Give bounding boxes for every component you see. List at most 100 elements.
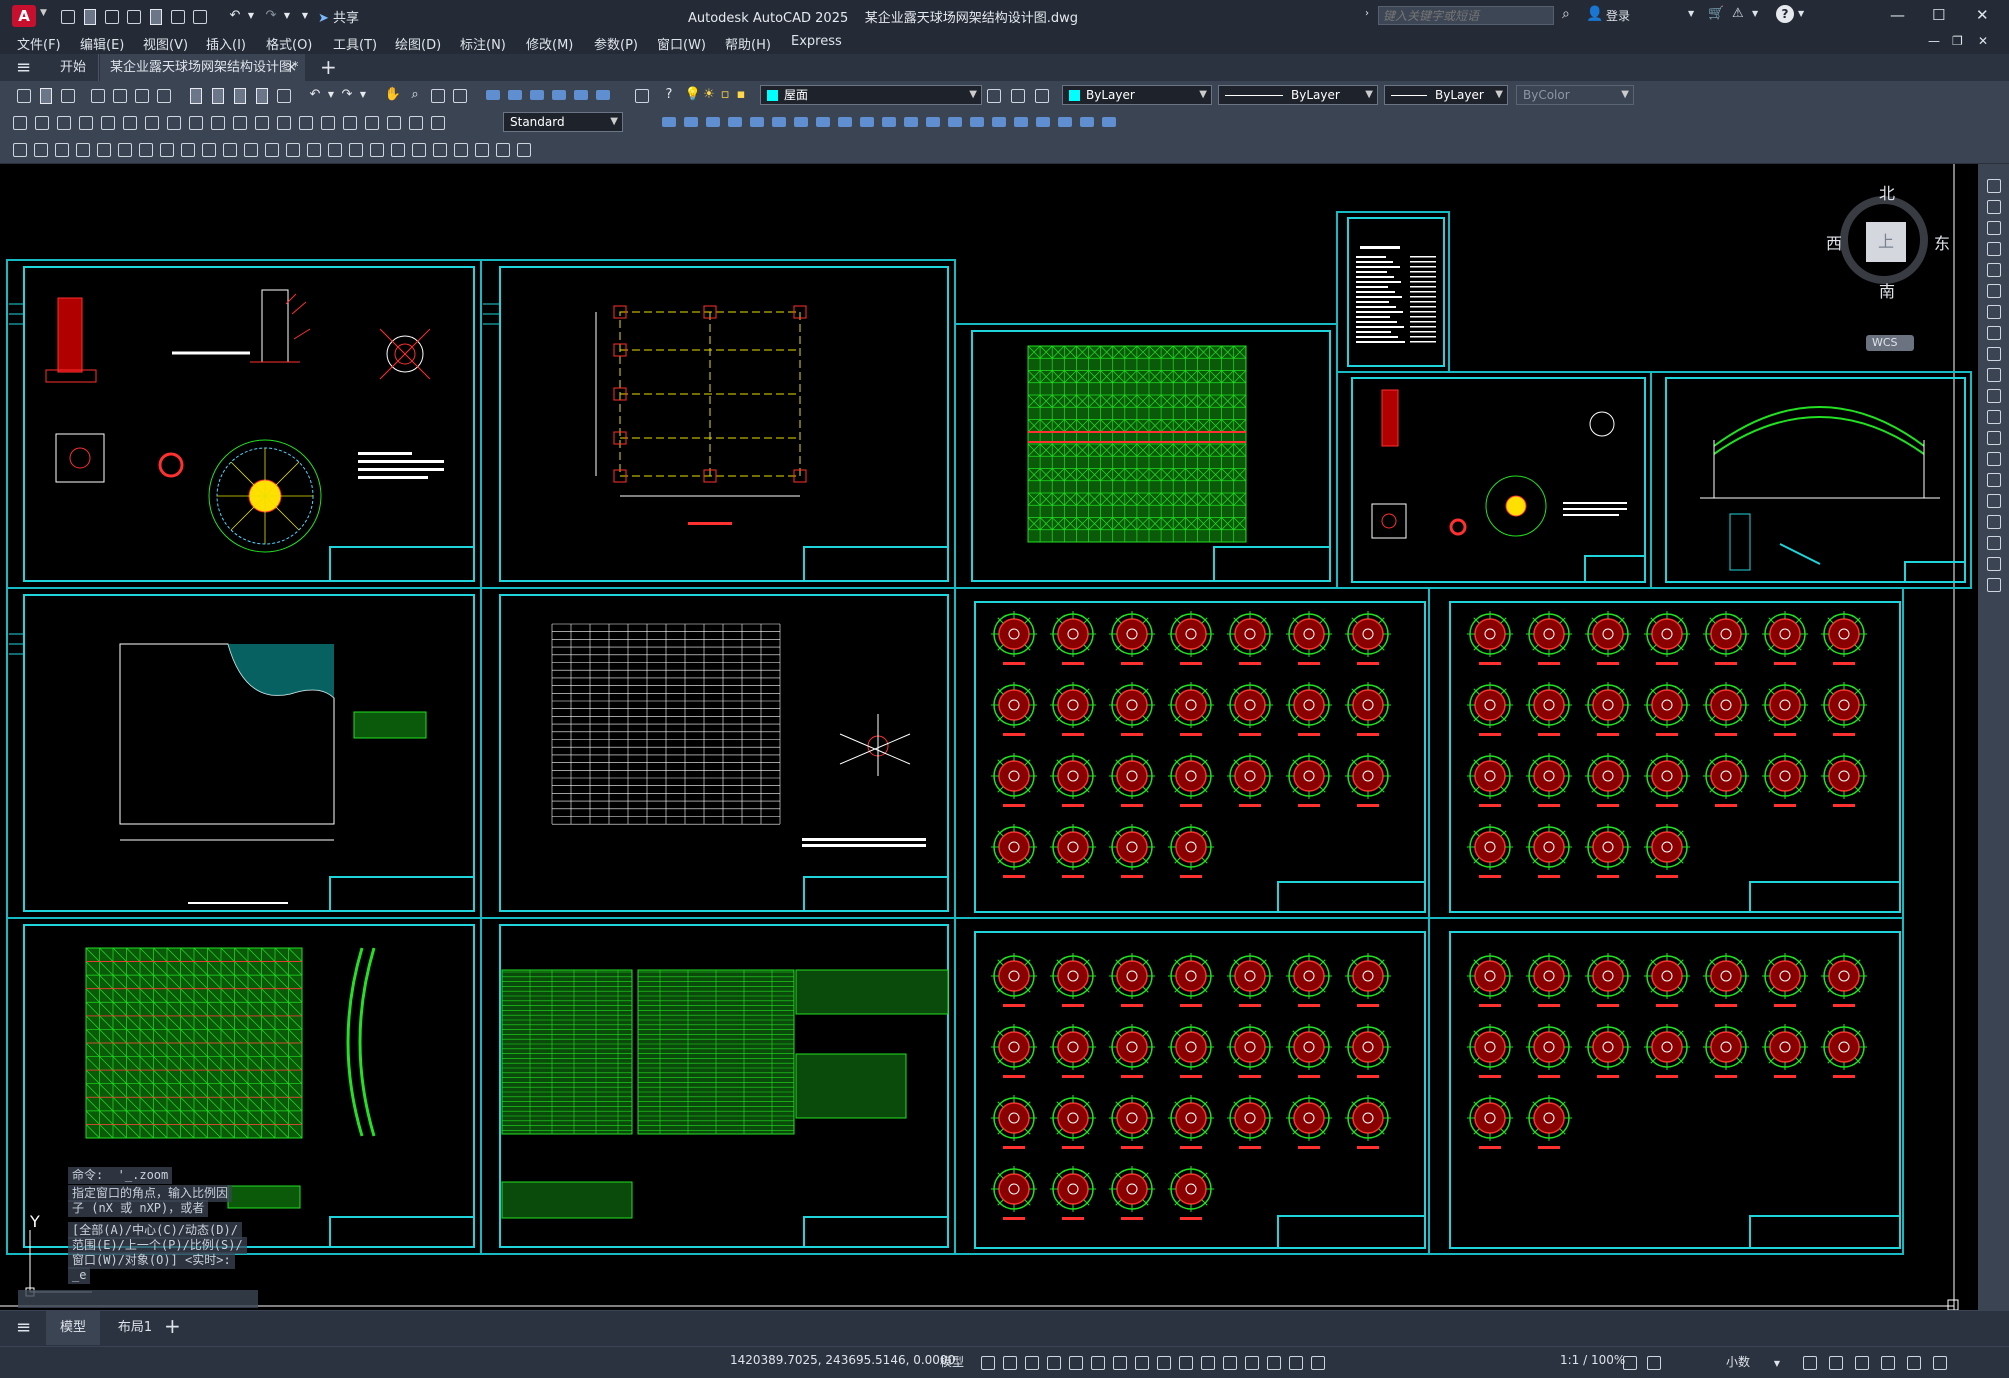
model-space-button[interactable]: 模型 [940,1353,964,1370]
view-right-icon[interactable] [726,113,744,131]
design-center-icon[interactable] [506,86,524,104]
qnew-icon[interactable] [14,86,32,104]
layer-plot-icon[interactable]: ▪ [732,86,750,104]
center-mark-icon[interactable] [318,113,336,131]
block-make-icon[interactable] [31,140,49,158]
workspace-icon[interactable] [1826,1353,1844,1371]
spline-icon[interactable] [283,140,301,158]
xref-icon[interactable] [94,140,112,158]
save-icon[interactable] [102,7,120,25]
layer-state-icon[interactable] [1032,86,1050,104]
color-dropdown[interactable]: ByLayer ▼ [1062,85,1212,105]
new-icon[interactable] [58,7,76,25]
dynamic-ucs-icon[interactable] [1264,1353,1282,1371]
menu-view[interactable]: 视图(V) [143,34,188,53]
tool-palettes-icon[interactable] [528,86,546,104]
viewcube-east[interactable]: 东 [1934,230,1950,254]
menu-dimension[interactable]: 标注(N) [460,34,506,53]
dim-jogged-icon[interactable] [120,113,138,131]
dim-aligned-icon[interactable] [32,113,50,131]
search-icon[interactable]: ⌕ [1562,6,1570,22]
view-top-icon[interactable] [660,113,678,131]
view-bottom-icon[interactable] [682,113,700,131]
infer-constraints-icon[interactable] [1022,1353,1040,1371]
multiline-text-icon[interactable] [493,140,511,158]
doc-restore-icon[interactable]: ❐ [1952,34,1963,48]
layer-properties-icon[interactable] [632,86,650,104]
insert-icon[interactable] [346,140,364,158]
zoom-previous-icon[interactable] [450,86,468,104]
layer-previous-icon[interactable] [1008,86,1026,104]
layer-dropdown[interactable]: 屋面 ▼ [760,85,982,105]
visual-style-icon[interactable] [1034,113,1052,131]
web-mobile-save-icon[interactable] [168,7,186,25]
trim-icon[interactable] [1984,365,2002,383]
match-properties-icon[interactable] [252,86,270,104]
view-left-icon[interactable] [704,113,722,131]
command-input[interactable] [18,1290,258,1308]
ellipse-icon[interactable] [304,140,322,158]
3d-osnap-icon[interactable] [1242,1353,1260,1371]
minimize-icon[interactable]: — [1890,6,1905,24]
tab-drawing[interactable]: 某企业露天球场网架结构设计图* × [100,54,305,82]
insert-block-icon[interactable] [52,140,70,158]
redo-list-icon[interactable]: ▼ [354,86,372,104]
menu-format[interactable]: 格式(O) [266,34,312,53]
copy-icon[interactable] [208,86,226,104]
viewcube-south[interactable]: 南 [1879,278,1895,302]
inspect-icon[interactable] [340,113,358,131]
publish-icon[interactable] [132,86,150,104]
make-block-icon[interactable] [367,140,385,158]
break-icon[interactable] [1984,428,2002,446]
circle-icon[interactable] [241,140,259,158]
rotate-icon[interactable] [1984,302,2002,320]
menu-express[interactable]: Express [791,34,842,49]
view-back-icon[interactable] [770,113,788,131]
hardware-acceleration-icon[interactable] [1878,1353,1896,1371]
viewcube-top-face[interactable]: 上 [1866,222,1906,262]
pan-icon[interactable]: ✋ [384,86,402,104]
search-expand-icon[interactable]: › [1365,8,1369,19]
markup-icon[interactable] [572,86,590,104]
dim-angular-icon[interactable] [164,113,182,131]
line-icon[interactable] [115,140,133,158]
ucs-icon[interactable] [1056,113,1074,131]
table-icon[interactable] [472,140,490,158]
customize-icon[interactable] [1930,1353,1948,1371]
drawing-canvas[interactable]: 上 北 南 西 东 WCS 命令: '_.zoom 指定窗口的角点，输入比例因 … [0,164,1978,1310]
selection-filter-icon[interactable] [1286,1353,1304,1371]
make-current-layer-icon[interactable] [984,86,1002,104]
linetype-dropdown[interactable]: ByLayer ▼ [1218,85,1378,105]
materials-icon[interactable] [990,113,1008,131]
construction-line-icon[interactable] [136,140,154,158]
block-editor-icon[interactable] [274,86,292,104]
cart-icon[interactable]: 🛒 [1708,6,1724,21]
copy-icon[interactable] [1984,197,2002,215]
jogged-linear-icon[interactable] [362,113,380,131]
ortho-icon[interactable] [1066,1353,1084,1371]
menu-help[interactable]: 帮助(H) [725,34,771,53]
login-dropdown-icon[interactable]: ▼ [1688,9,1694,18]
fly-icon[interactable] [946,113,964,131]
move-icon[interactable] [1984,281,2002,299]
render-icon[interactable] [968,113,986,131]
undo-dropdown-icon[interactable]: ▼ [242,7,260,25]
lights-icon[interactable] [1012,113,1030,131]
layout-icon[interactable] [10,140,28,158]
ucs-prev-icon[interactable] [1100,113,1118,131]
auto-scale-icon[interactable] [1644,1353,1662,1371]
hatch-icon[interactable] [409,140,427,158]
polar-tracking-icon[interactable] [1088,1353,1106,1371]
snap-mode-icon[interactable] [1000,1353,1018,1371]
zoom-realtime-icon[interactable]: ⌕ [406,86,424,104]
maximize-icon[interactable]: ☐ [1932,6,1945,24]
login-button[interactable]: 登录 [1606,7,1630,24]
tab-layout1[interactable]: 布局1 [108,1311,162,1345]
pedit-icon[interactable] [1984,554,2002,572]
menu-parametric[interactable]: 参数(P) [594,34,638,53]
redo-dropdown-icon[interactable]: ▼ [278,7,296,25]
dim-baseline-icon[interactable] [208,113,226,131]
viewcube-north[interactable]: 北 [1879,180,1895,204]
polygon-icon[interactable] [178,140,196,158]
view-nw-icon[interactable] [858,113,876,131]
